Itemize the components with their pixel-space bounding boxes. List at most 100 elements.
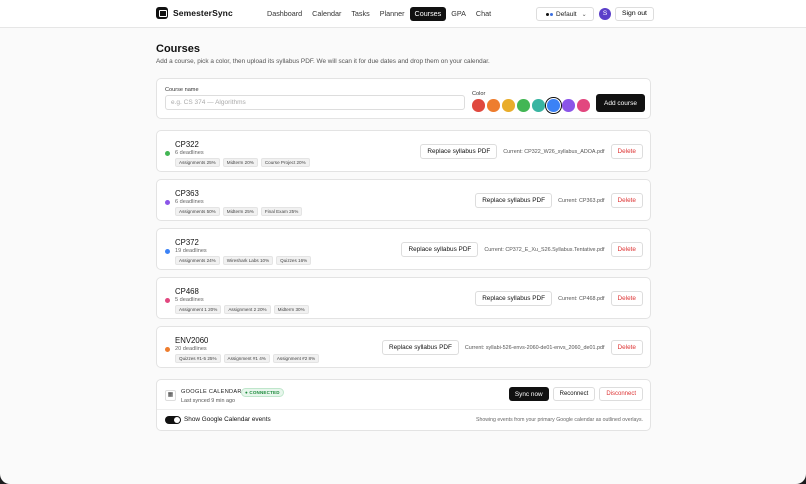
current-syllabus-file: Current: CP363.pdf	[558, 197, 605, 204]
nav-item-planner[interactable]: Planner	[375, 7, 410, 21]
nav-item-courses[interactable]: Courses	[409, 7, 447, 21]
course-color-dot	[165, 347, 170, 352]
current-syllabus-file: Current: CP322_W26_syllabus_ADOA.pdf	[503, 148, 605, 155]
google-calendar-card: ▦ GOOGLE CALENDAR ● CONNECTED Last synce…	[156, 379, 651, 431]
app-name: SemesterSync	[173, 8, 233, 18]
add-course-button[interactable]: Add course	[596, 94, 645, 112]
grade-weight-tag: Midterm 30%	[273, 305, 309, 314]
reconnect-button[interactable]: Reconnect	[552, 387, 596, 401]
chevron-down-icon: ⌄	[581, 11, 587, 18]
current-syllabus-file: Current: syllabi-526-envs-2060-de01-envs…	[464, 344, 605, 351]
color-picker	[472, 99, 590, 112]
delete-course-button[interactable]: Delete	[610, 144, 643, 159]
replace-syllabus-button[interactable]: Replace syllabus PDF	[381, 340, 459, 355]
course-color-dot	[165, 249, 170, 254]
calendar-icon: ▦	[165, 390, 176, 401]
course-actions: Replace syllabus PDF Current: CP363.pdf …	[475, 193, 643, 208]
course-deadlines: 5 deadlines	[175, 297, 204, 303]
course-color-dot	[165, 151, 170, 156]
course-actions: Replace syllabus PDF Current: syllabi-52…	[381, 340, 643, 355]
course-card: ENV2060 20 deadlines Quizzes #1-5 25% Ass…	[156, 326, 651, 368]
delete-course-button[interactable]: Delete	[610, 340, 643, 355]
delete-course-button[interactable]: Delete	[610, 291, 643, 306]
replace-syllabus-button[interactable]: Replace syllabus PDF	[420, 144, 498, 159]
course-name-label: Course name	[165, 87, 199, 93]
show-events-toggle[interactable]	[165, 416, 181, 424]
grade-weight-tags: Assignments 24% Wireshark Labs 10% Quizzes…	[175, 256, 312, 265]
brand[interactable]: SemesterSync	[156, 7, 233, 19]
replace-syllabus-button[interactable]: Replace syllabus PDF	[475, 193, 553, 208]
course-color-dot	[165, 298, 170, 303]
grade-weight-tag: Assignment #2 8%	[272, 354, 320, 363]
grade-weight-tag: Assignments 25%	[175, 158, 220, 167]
delete-course-button[interactable]: Delete	[610, 242, 643, 257]
color-label: Color	[472, 91, 486, 97]
course-card: CP372 19 deadlines Assignments 24% Wiresh…	[156, 228, 651, 270]
course-actions: Replace syllabus PDF Current: CP372_E_Xu…	[401, 242, 643, 257]
page-title: Courses	[156, 43, 201, 55]
calendar-title: GOOGLE CALENDAR	[181, 389, 242, 395]
theme-selector[interactable]: Default ⌄	[536, 7, 594, 21]
top-nav-bar: SemesterSync Dashboard Calendar Tasks Plann…	[0, 0, 806, 28]
course-code: CP468	[175, 287, 199, 296]
nav-item-dashboard[interactable]: Dashboard	[262, 7, 307, 21]
grade-weight-tag: Quizzes #1-5 25%	[175, 354, 221, 363]
color-option[interactable]	[562, 99, 575, 112]
page-subtitle: Add a course, pick a color, then upload …	[156, 58, 490, 65]
grade-weight-tag: Assignments 50%	[175, 207, 220, 216]
grade-weight-tag: Assignment 2 20%	[224, 305, 271, 314]
calendar-actions: Sync now Reconnect Disconnect	[508, 387, 643, 401]
grade-weight-tag: Final Exam 25%	[260, 207, 303, 216]
color-option[interactable]	[517, 99, 530, 112]
divider	[157, 409, 650, 410]
course-color-dot	[165, 200, 170, 205]
color-option[interactable]	[487, 99, 500, 112]
course-deadlines: 6 deadlines	[175, 199, 204, 205]
grade-weight-tag: Wireshark Labs 10%	[222, 256, 274, 265]
course-card: CP322 6 deadlines Assignments 25% Midterm…	[156, 130, 651, 172]
sign-out-button[interactable]: Sign out	[615, 7, 654, 21]
user-avatar[interactable]: S	[599, 8, 611, 20]
course-code: ENV2060	[175, 336, 209, 345]
nav-item-chat[interactable]: Chat	[471, 7, 496, 21]
course-deadlines: 6 deadlines	[175, 150, 204, 156]
color-option[interactable]	[472, 99, 485, 112]
grade-weight-tag: Quizzes 16%	[276, 256, 312, 265]
course-card: CP363 6 deadlines Assignments 50% Midterm…	[156, 179, 651, 221]
course-card: CP468 5 deadlines Assignment 1 20% Assign…	[156, 277, 651, 319]
course-code: CP322	[175, 140, 199, 149]
grade-weight-tags: Assignments 25% Midterm 20% Course Project…	[175, 158, 310, 167]
add-course-card: Course name Color Add course	[156, 78, 651, 119]
grade-weight-tags: Assignments 50% Midterm 25% Final Exam 25%	[175, 207, 303, 216]
replace-syllabus-button[interactable]: Replace syllabus PDF	[475, 291, 553, 306]
show-events-label: Show Google Calendar events	[184, 416, 271, 423]
disconnect-button[interactable]: Disconnect	[599, 387, 643, 401]
nav-item-gpa[interactable]: GPA	[446, 7, 471, 21]
color-option[interactable]	[502, 99, 515, 112]
theme-swatch	[549, 11, 554, 17]
course-code: CP372	[175, 238, 199, 247]
grade-weight-tag: Midterm 20%	[222, 158, 258, 167]
color-option[interactable]	[532, 99, 545, 112]
grade-weight-tag: Assignment #1 4%	[223, 354, 270, 363]
course-code: CP363	[175, 189, 199, 198]
course-name-input[interactable]	[165, 95, 465, 110]
replace-syllabus-button[interactable]: Replace syllabus PDF	[401, 242, 479, 257]
current-syllabus-file: Current: CP468.pdf	[558, 295, 605, 302]
sync-now-button[interactable]: Sync now	[508, 387, 549, 401]
course-actions: Replace syllabus PDF Current: CP468.pdf …	[475, 291, 643, 306]
theme-swatch-icon	[541, 11, 554, 17]
nav-item-calendar[interactable]: Calendar	[307, 7, 346, 21]
current-syllabus-file: Current: CP372_E_Xu_S26.Syllabus.Tentati…	[484, 246, 605, 253]
grade-weight-tag: Course Project 20%	[260, 158, 310, 167]
calendar-note: Showing events from your primary Google …	[476, 417, 643, 423]
grade-weight-tag: Midterm 25%	[222, 207, 258, 216]
grade-weight-tags: Assignment 1 20% Assignment 2 20% Midterm …	[175, 305, 309, 314]
course-actions: Replace syllabus PDF Current: CP322_W26_…	[420, 144, 643, 159]
color-option[interactable]	[547, 99, 560, 112]
color-option[interactable]	[577, 99, 590, 112]
nav-item-tasks[interactable]: Tasks	[346, 7, 374, 21]
calendar-logo-icon	[156, 7, 168, 19]
main-nav: Dashboard Calendar Tasks Planner Courses GPA C…	[262, 7, 496, 21]
delete-course-button[interactable]: Delete	[610, 193, 643, 208]
